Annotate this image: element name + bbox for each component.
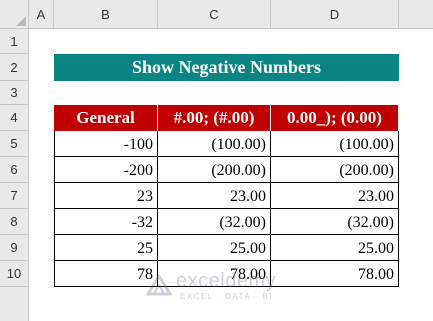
row-header-1[interactable]: 1 [0, 29, 29, 54]
table-cell[interactable]: (32.00) [158, 209, 271, 235]
row-header-9[interactable]: 9 [0, 235, 29, 261]
table-cell[interactable]: -200 [54, 157, 158, 183]
watermark-tagline: EXCEL · DATA · BI [180, 292, 273, 301]
row-header-8[interactable]: 8 [0, 209, 29, 235]
column-header-blank [399, 0, 433, 29]
row-header-5[interactable]: 5 [0, 131, 29, 157]
table-cell[interactable]: -32 [54, 209, 158, 235]
table-cell[interactable]: 78.00 [158, 261, 271, 287]
table-cell[interactable]: (100.00) [158, 131, 271, 157]
table-cell[interactable]: -100 [54, 131, 158, 157]
sheet-title[interactable]: Show Negative Numbers [54, 54, 399, 81]
row-header-3[interactable]: 3 [0, 81, 29, 105]
table-cell[interactable]: 23 [54, 183, 158, 209]
table-cell[interactable]: 25 [54, 235, 158, 261]
column-header-b[interactable]: B [54, 0, 158, 29]
table-cell[interactable]: 78.00 [271, 261, 399, 287]
row-header-7[interactable]: 7 [0, 183, 29, 209]
table-cell[interactable]: 25.00 [271, 235, 399, 261]
row-header-2[interactable]: 2 [0, 54, 29, 81]
select-all-corner[interactable] [0, 0, 29, 29]
table-cell[interactable]: (100.00) [271, 131, 399, 157]
table-cell[interactable]: 23.00 [158, 183, 271, 209]
table-cell[interactable]: (200.00) [271, 157, 399, 183]
column-header-c[interactable]: C [158, 0, 271, 29]
column-header-d[interactable]: D [271, 0, 399, 29]
select-all-triangle-icon [16, 16, 26, 26]
column-header-a[interactable]: A [29, 0, 54, 29]
table-header-format-2[interactable]: 0.00_); (0.00) [271, 105, 399, 131]
table-cell[interactable]: (32.00) [271, 209, 399, 235]
table-cell[interactable]: 25.00 [158, 235, 271, 261]
row-header-4[interactable]: 4 [0, 105, 29, 131]
table-cell[interactable]: (200.00) [158, 157, 271, 183]
table-cell[interactable]: 23.00 [271, 183, 399, 209]
row-header-6[interactable]: 6 [0, 157, 29, 183]
table-cell[interactable]: 78 [54, 261, 158, 287]
row-header-10[interactable]: 10 [0, 261, 29, 287]
table-header-format-1[interactable]: #.00; (#.00) [158, 105, 271, 131]
row-header-blank [0, 287, 29, 321]
table-header-general[interactable]: General [54, 105, 158, 131]
